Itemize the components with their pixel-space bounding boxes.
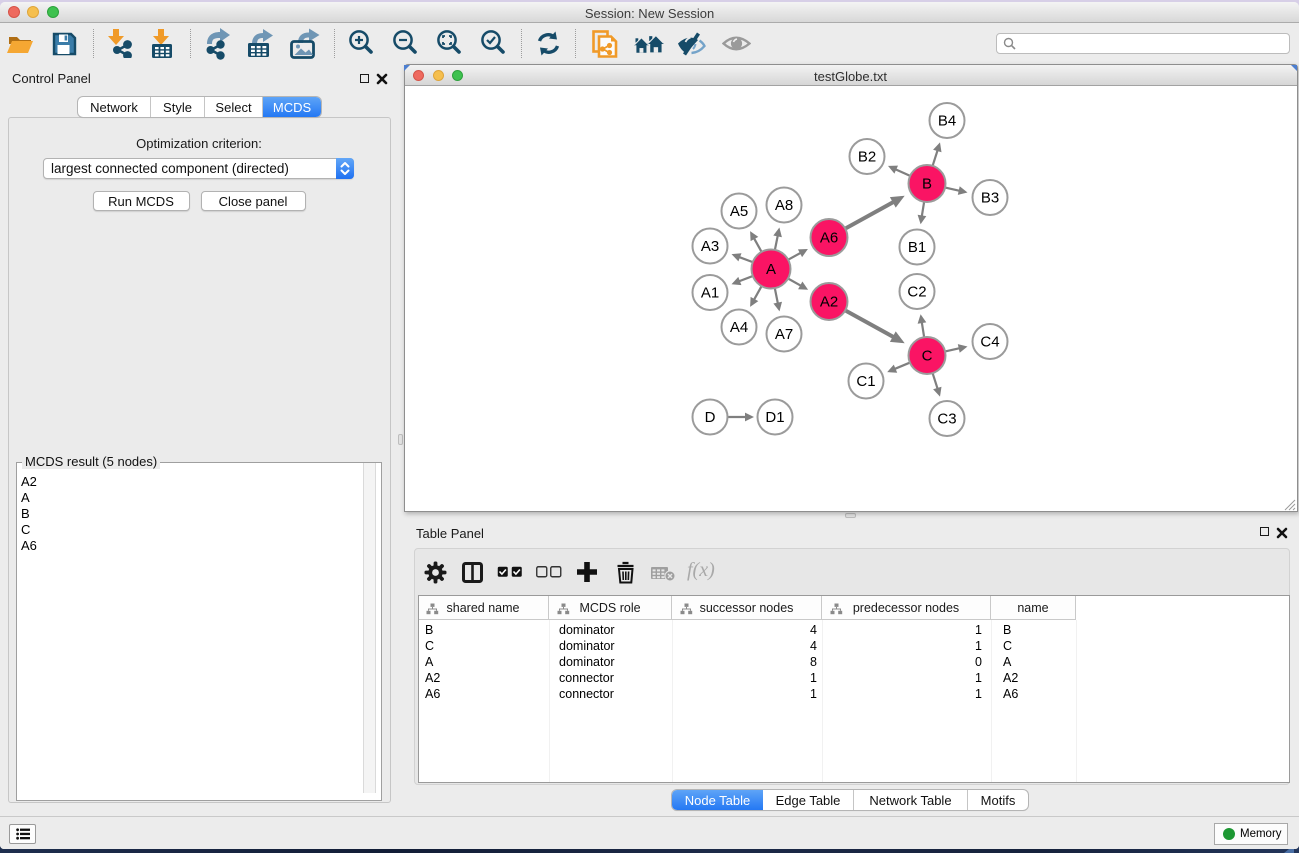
svg-text:B4: B4 [938,113,956,130]
svg-text:A4: A4 [730,319,748,336]
svg-text:A: A [766,261,776,278]
svg-text:A5: A5 [730,203,748,220]
svg-text:A3: A3 [701,238,719,255]
svg-text:A8: A8 [775,197,793,214]
svg-text:C1: C1 [856,373,875,390]
svg-text:C: C [922,348,933,365]
svg-text:A2: A2 [820,294,838,311]
svg-text:C3: C3 [937,411,956,428]
svg-text:A1: A1 [701,285,719,302]
svg-text:D1: D1 [765,409,784,426]
svg-text:D: D [705,409,716,426]
svg-text:C2: C2 [907,284,926,301]
svg-text:A6: A6 [820,230,838,247]
svg-text:B2: B2 [858,149,876,166]
svg-text:B3: B3 [981,190,999,207]
svg-text:B1: B1 [908,239,926,256]
svg-text:C4: C4 [980,334,999,351]
svg-text:B: B [922,176,932,193]
svg-text:A7: A7 [775,326,793,343]
